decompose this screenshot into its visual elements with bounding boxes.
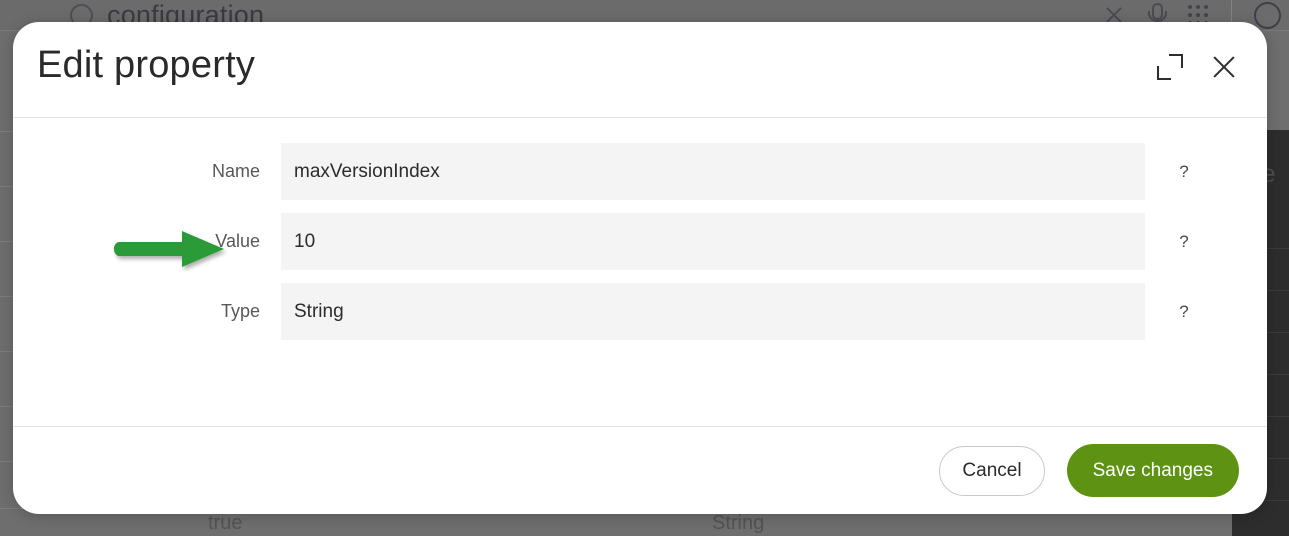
form-row-value: Value 10 ?	[13, 213, 1267, 270]
maximize-icon[interactable]	[1157, 54, 1183, 80]
dialog-body: Name maxVersionIndex ? Value 10 ? Type S…	[13, 118, 1267, 426]
page-title: Edit property	[37, 44, 256, 86]
close-icon[interactable]	[1209, 52, 1239, 82]
save-changes-button[interactable]: Save changes	[1066, 444, 1239, 497]
cancel-button[interactable]: Cancel	[939, 445, 1045, 496]
help-icon-type[interactable]: ?	[1167, 302, 1201, 322]
help-icon-value[interactable]: ?	[1167, 232, 1201, 252]
help-icon-name[interactable]: ?	[1167, 162, 1201, 182]
type-field-label: Type	[220, 301, 260, 321]
value-field-label: Value	[215, 231, 260, 251]
edit-property-dialog: Edit property Name maxVersionIndex ? Val…	[13, 22, 1267, 514]
background-table-cell: String	[712, 512, 765, 534]
name-input[interactable]: maxVersionIndex	[281, 143, 1145, 200]
type-input[interactable]: String	[281, 283, 1145, 340]
form-row-name: Name maxVersionIndex ?	[13, 143, 1267, 200]
dialog-header-actions	[1157, 52, 1239, 82]
dialog-header: Edit property	[13, 22, 1267, 118]
dialog-footer: Cancel Save changes	[13, 426, 1267, 514]
value-input[interactable]: 10	[281, 213, 1145, 270]
name-field-label: Name	[211, 161, 260, 181]
background-table-cell: true	[208, 512, 243, 534]
form-row-type: Type String ?	[13, 283, 1267, 340]
